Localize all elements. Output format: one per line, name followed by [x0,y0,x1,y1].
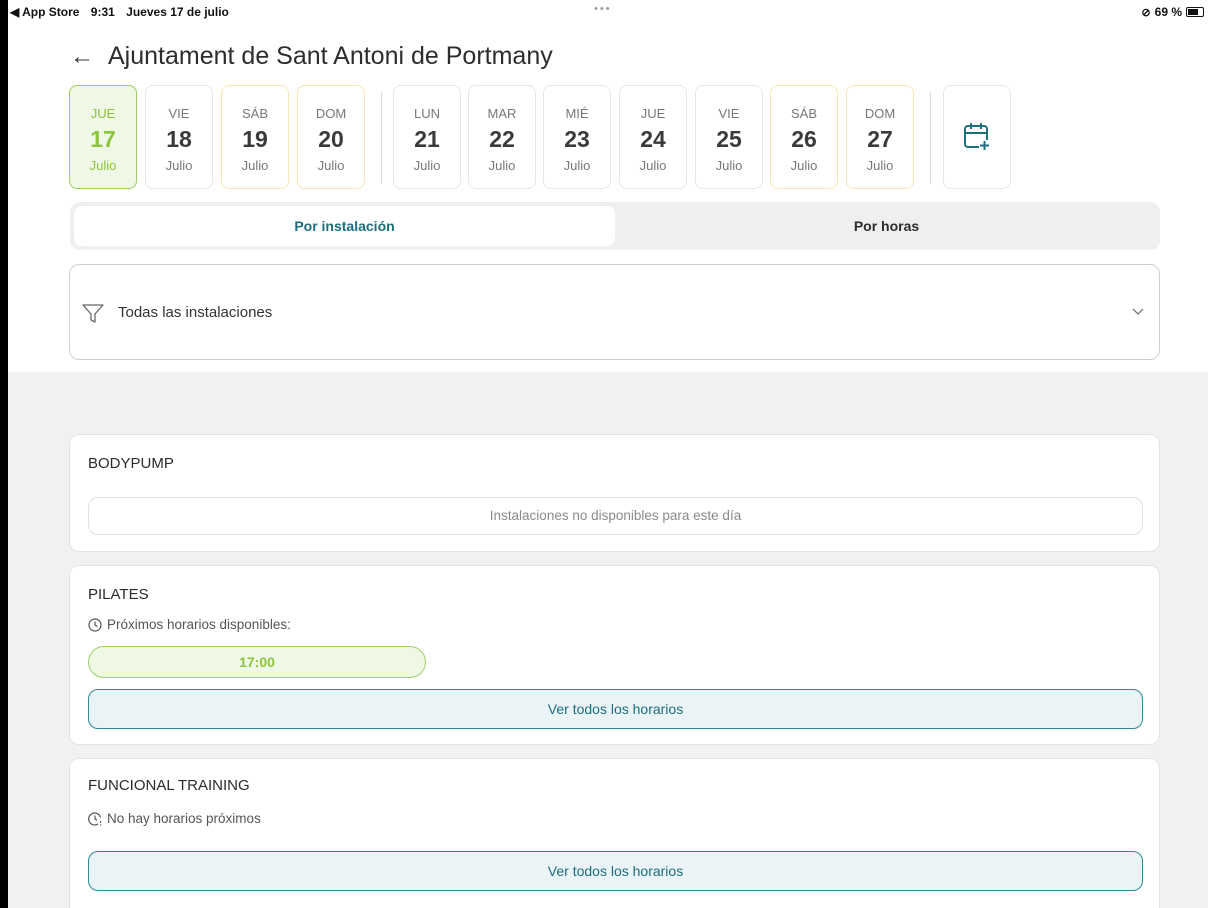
clock-icon [88,617,102,632]
facility-list: BODYPUMP Instalaciones no disponibles pa… [8,372,1208,908]
date-item-mie-23[interactable]: MIÉ 23 Julio [543,85,611,189]
date-item-sab-26[interactable]: SÁB 26 Julio [770,85,838,189]
status-left: ◀ App Store 9:31 Jueves 17 de julio [10,5,237,19]
facility-card-bodypump: BODYPUMP Instalaciones no disponibles pa… [69,434,1160,552]
rotation-lock-icon: ⊘ [1141,6,1151,19]
date-number: 22 [489,126,515,152]
status-right: ⊘ 69 % [1141,5,1204,19]
date-number: 24 [640,126,666,152]
date-month: Julio [241,158,269,173]
date-number: 19 [242,126,268,152]
date-month: Julio [413,158,441,173]
view-mode-segmented: Por instalación Por horas [70,202,1160,250]
calendar-divider [930,92,931,184]
date-month: Julio [488,158,516,173]
date-number: 21 [414,126,440,152]
app-screen: ◀ App Store 9:31 Jueves 17 de julio ••• … [8,0,1208,908]
next-times-text: Próximos horarios disponibles: [107,617,291,632]
page-header: ← Ajuntament de Sant Antoni de Portmany [70,42,553,71]
date-item-lun-21[interactable]: LUN 21 Julio [393,85,461,189]
funnel-icon [82,304,104,323]
time-slot-button[interactable]: 17:00 [88,646,426,678]
date-month: Julio [639,158,667,173]
date-month: Julio [165,158,193,173]
chevron-down-icon [1132,308,1144,315]
date-weekday: JUE [90,106,116,121]
facility-name: PILATES [88,586,149,603]
date-month: Julio [89,158,117,173]
calendar-plus-icon [964,123,990,151]
date-month: Julio [715,158,743,173]
date-month: Julio [866,158,894,173]
date-weekday: JUE [640,106,666,121]
date-weekday: VIE [718,106,740,121]
battery-icon [1186,7,1204,17]
back-to-app-store-link[interactable]: ◀ App Store [10,5,79,19]
date-number: 20 [318,126,344,152]
filter-selected-value: Todas las instalaciones [118,304,273,321]
date-item-jue-17[interactable]: JUE 17 Julio [69,85,137,189]
battery-percentage: 69 % [1154,5,1182,19]
status-date: Jueves 17 de julio [126,5,229,19]
status-time: 9:31 [90,5,115,19]
date-weekday: SÁB [241,106,268,121]
tab-por-instalacion[interactable]: Por instalación [74,206,615,246]
see-all-times-button[interactable]: Ver todos los horarios [88,689,1143,729]
unavailable-notice: Instalaciones no disponibles para este d… [88,497,1143,535]
date-weekday: VIE [168,106,190,121]
page-title: Ajuntament de Sant Antoni de Portmany [108,42,553,70]
date-weekday: DOM [864,106,896,121]
date-item-jue-24[interactable]: JUE 24 Julio [619,85,687,189]
week-divider [381,92,382,184]
status-bar: ◀ App Store 9:31 Jueves 17 de julio ••• … [8,0,1208,24]
facility-name: FUNCIONAL TRAINING [88,777,250,794]
date-weekday: SÁB [790,106,817,121]
next-times-label: Próximos horarios disponibles: [88,617,291,632]
date-number: 26 [791,126,817,152]
no-times-label: No hay horarios próximos [88,811,261,826]
calendar-picker-button[interactable] [943,85,1011,189]
date-weekday: MAR [487,106,517,121]
date-month: Julio [563,158,591,173]
facility-card-funcional-training: FUNCIONAL TRAINING No hay horarios próxi… [69,758,1160,908]
date-number: 23 [564,126,590,152]
date-weekday: LUN [413,106,440,121]
date-item-vie-25[interactable]: VIE 25 Julio [695,85,763,189]
facility-card-pilates: PILATES Próximos horarios disponibles: 1… [69,565,1160,745]
date-item-dom-27[interactable]: DOM 27 Julio [846,85,914,189]
date-number: 18 [166,126,192,152]
date-number: 17 [90,126,116,152]
see-all-times-button[interactable]: Ver todos los horarios [88,851,1143,891]
facility-name: BODYPUMP [88,455,174,472]
date-month: Julio [317,158,345,173]
date-weekday: MIÉ [565,106,589,121]
no-times-text: No hay horarios próximos [107,811,261,826]
tab-por-horas[interactable]: Por horas [616,206,1157,246]
date-item-dom-20[interactable]: DOM 20 Julio [297,85,365,189]
date-month: Julio [790,158,818,173]
clock-off-icon [88,811,102,826]
date-item-vie-18[interactable]: VIE 18 Julio [145,85,213,189]
back-arrow-icon[interactable]: ← [70,44,94,69]
facility-filter-select[interactable]: Todas las instalaciones [69,264,1160,360]
date-number: 27 [867,126,893,152]
multitasking-dots[interactable]: ••• [594,3,612,15]
date-item-mar-22[interactable]: MAR 22 Julio [468,85,536,189]
date-item-sab-19[interactable]: SÁB 19 Julio [221,85,289,189]
date-weekday: DOM [315,106,347,121]
date-number: 25 [716,126,742,152]
